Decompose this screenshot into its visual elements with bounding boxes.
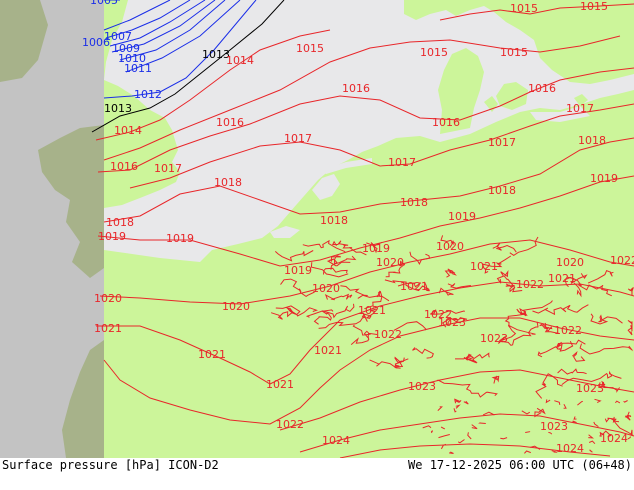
map-caption-left: Surface pressure [hPa] ICON-D2	[2, 458, 219, 472]
isobar-label-red: 1018	[106, 216, 134, 229]
isobar-label-red: 1019	[166, 232, 194, 245]
isobar-label-red: 1017	[388, 156, 416, 169]
isobar-label-red: 1015	[580, 0, 608, 13]
isobar-label-red: 1024	[556, 442, 584, 455]
isobar-label-red: 1017	[566, 102, 594, 115]
isobar-label-red: 1022	[516, 278, 544, 291]
isobar-label-red: 1019	[362, 242, 390, 255]
isobar-label-red: 1024	[322, 434, 350, 447]
isobar-label-red: 1014	[114, 124, 142, 137]
isobar-label-red: 1024	[600, 432, 628, 445]
isobar-label-red: 1021	[314, 344, 342, 357]
isobar-label-red: 1015	[420, 46, 448, 59]
isobar-label-red: 1021	[198, 348, 226, 361]
isobar-label-red: 1021	[266, 378, 294, 391]
isobar-label-red: 1019	[98, 230, 126, 243]
isobar-label-red: 1021	[470, 260, 498, 273]
isobar-label-red: 1015	[296, 42, 324, 55]
isobar-label-red: 1023	[576, 382, 604, 395]
isobar-label-red: 1020	[312, 282, 340, 295]
isobar-label-red: 1018	[214, 176, 242, 189]
isobar-label-blue: 1012	[134, 88, 162, 101]
isobar-label-red: 1019	[590, 172, 618, 185]
isobar-label-red: 1022	[610, 254, 634, 267]
isobar-label-red: 1015	[510, 2, 538, 15]
isobar-label-red: 1022	[374, 328, 402, 341]
isobar-label-red: 1019	[284, 264, 312, 277]
isobar-label-red: 1017	[284, 132, 312, 145]
map-caption-right: We 17-12-2025 06:00 UTC (06+48)	[408, 458, 632, 472]
isobar-label-red: 1020	[376, 256, 404, 269]
isobar-label-red: 1021	[400, 280, 428, 293]
isobar-label-red: 1016	[216, 116, 244, 129]
isobar-label-red: 1023	[540, 420, 568, 433]
pressure-map: 1005 1006 1007 1009 1010 1011 1012 1013 1013 1014…	[0, 0, 634, 459]
isobar-label-red: 1020	[436, 240, 464, 253]
isobar-label-red: 1015	[500, 46, 528, 59]
isobar-label-blue: 1005	[90, 0, 118, 7]
isobar-label-red: 1020	[222, 300, 250, 313]
map-footer: Surface pressure [hPa] ICON-D2 We 17-12-…	[0, 458, 634, 490]
isobar-label-red: 1022	[276, 418, 304, 431]
isobar-label-red: 1021	[94, 322, 122, 335]
isobar-label-red: 1020	[94, 292, 122, 305]
isobar-label-red: 1023	[438, 316, 466, 329]
isobar-label-red: 1017	[154, 162, 182, 175]
isobar-label-red: 1021	[548, 272, 576, 285]
map-svg: 1005100610071009101010111012101310131014…	[0, 0, 634, 459]
isobar-label-red: 1021	[358, 304, 386, 317]
isobar-label-black: 1013	[104, 102, 132, 115]
isobar-label-red: 1016	[528, 82, 556, 95]
isobar-label-red: 1022	[554, 324, 582, 337]
isobar-label-red: 1018	[578, 134, 606, 147]
isobar-label-red: 1018	[320, 214, 348, 227]
isobar-label-red: 1019	[448, 210, 476, 223]
isobar-label-red: 1023	[408, 380, 436, 393]
isobar-label-red: 1014	[226, 54, 254, 67]
isobar-label-red: 1023	[480, 332, 508, 345]
isobar-label-red: 1018	[400, 196, 428, 209]
isobar-label-red: 1020	[556, 256, 584, 269]
isobar-label-red: 1016	[432, 116, 460, 129]
isobar-label-red: 1018	[488, 184, 516, 197]
isobar-label-red: 1017	[488, 136, 516, 149]
isobar-label-red: 1016	[110, 160, 138, 173]
isobar-label-red: 1016	[342, 82, 370, 95]
isobar-label-blue: 1011	[124, 62, 152, 75]
